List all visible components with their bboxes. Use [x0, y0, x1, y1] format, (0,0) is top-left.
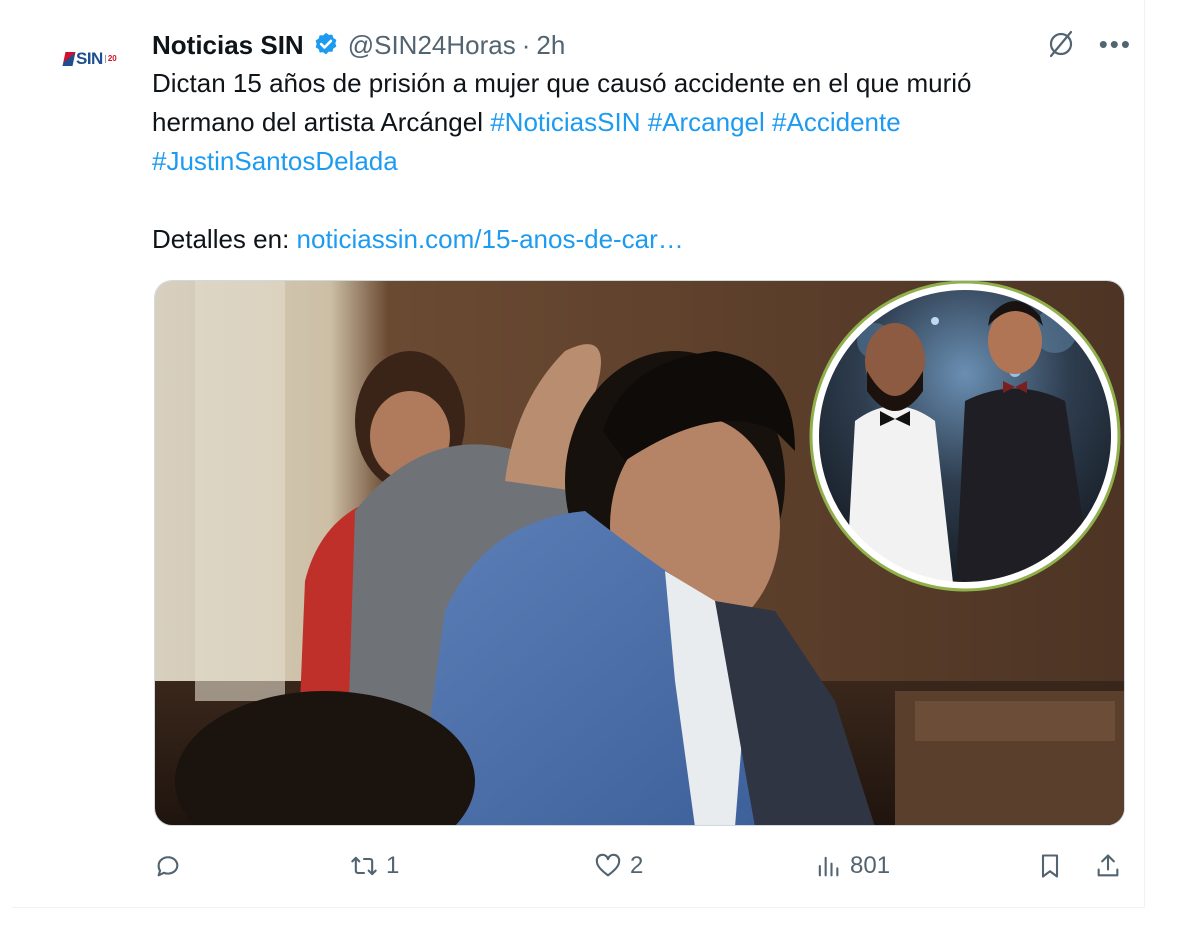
- heart-icon: [595, 853, 621, 877]
- tweet-text-line-2-text: hermano del artista Arcángel: [152, 107, 491, 137]
- reply-button[interactable]: [154, 852, 190, 880]
- reply-icon: [157, 856, 179, 877]
- share-button[interactable]: [1094, 852, 1122, 880]
- share-icon: [1097, 854, 1119, 877]
- tweet-card[interactable]: SIN 20 Noticias SIN @SIN24Horas · 2h •••…: [12, 0, 1145, 908]
- account-name[interactable]: Noticias SIN: [152, 30, 304, 61]
- tweet-timestamp[interactable]: 2h: [536, 30, 565, 61]
- verified-badge-icon: [315, 32, 337, 55]
- tweet-header: Noticias SIN @SIN24Horas · 2h •••: [152, 26, 1132, 64]
- separator-dot: ·: [521, 29, 531, 60]
- photo-illustration: [155, 281, 1124, 825]
- tweet-text-line-3: #JustinSantosDelada: [152, 142, 1082, 181]
- sin-logo-mark-icon: [62, 52, 76, 66]
- avatar-logo-sub: 20: [104, 55, 117, 63]
- hashtag-arcangel[interactable]: #Arcangel: [648, 107, 765, 137]
- hashtag-justinsantosdelada[interactable]: #JustinSantosDelada: [152, 146, 398, 176]
- grok-icon[interactable]: [1045, 28, 1077, 60]
- bookmark-button[interactable]: [1036, 852, 1064, 880]
- more-options-icon[interactable]: •••: [1099, 31, 1132, 57]
- avatar-logo-text: SIN: [76, 49, 103, 68]
- account-handle[interactable]: @SIN24Horas: [348, 30, 516, 61]
- views-chart-icon: [818, 856, 839, 877]
- tweet-content: Noticias SIN @SIN24Horas · 2h ••• Dictan…: [152, 26, 1132, 259]
- hashtag-noticiassin[interactable]: #NoticiasSIN: [490, 107, 640, 137]
- views-button[interactable]: 801: [814, 852, 890, 880]
- tweet-text-line-2: hermano del artista Arcángel #NoticiasSI…: [152, 103, 1082, 142]
- avatar[interactable]: SIN 20: [62, 46, 136, 72]
- tweet-text-line-1: Dictan 15 años de prisión a mujer que ca…: [152, 68, 972, 98]
- retweet-icon: [351, 856, 377, 876]
- tweet-text-line-details: Detalles en: noticiassin.com/15-anos-de-…: [152, 220, 1082, 259]
- retweet-button[interactable]: 1: [350, 852, 399, 880]
- header-actions: •••: [1045, 28, 1132, 60]
- like-count: 2: [630, 852, 644, 879]
- tweet-actions: 1 2 801: [152, 846, 1132, 896]
- article-link[interactable]: noticiassin.com/15-anos-de-car…: [297, 224, 684, 254]
- hashtag-accidente[interactable]: #Accidente: [772, 107, 901, 137]
- views-count: 801: [850, 852, 891, 879]
- bookmark-icon: [1041, 854, 1059, 878]
- tweet-photo[interactable]: [154, 280, 1125, 826]
- tweet-text: Dictan 15 años de prisión a mujer que ca…: [152, 64, 1082, 259]
- retweet-count: 1: [386, 852, 400, 879]
- like-button[interactable]: 2: [594, 852, 643, 880]
- details-label: Detalles en:: [152, 224, 297, 254]
